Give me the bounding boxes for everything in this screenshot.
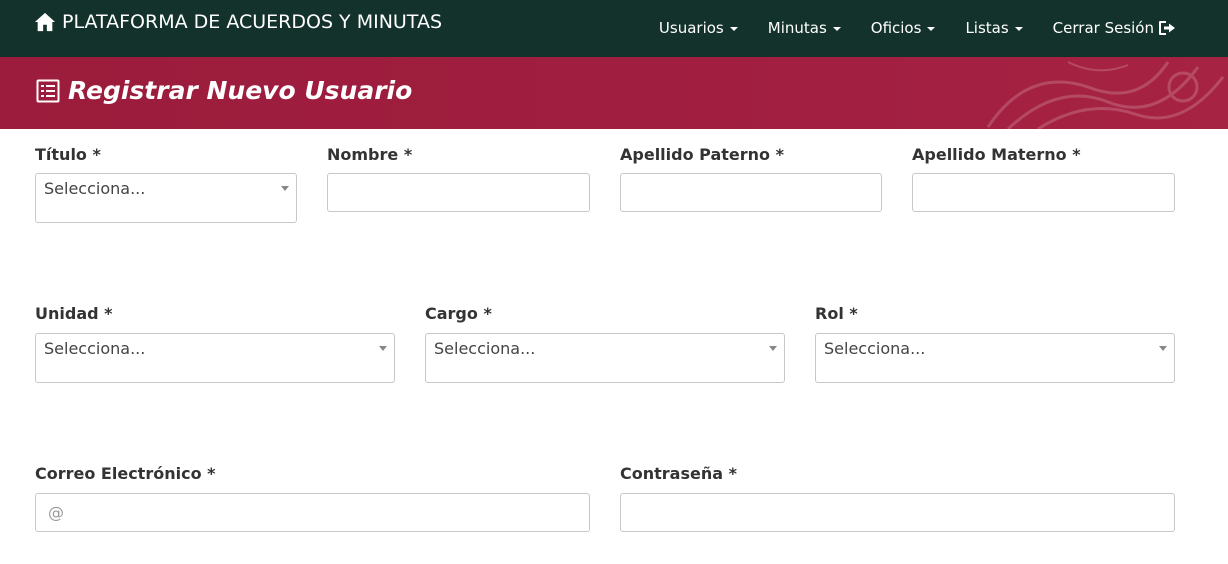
correo-field: Correo Electrónico * @ [35,464,590,532]
rol-label: Rol * [815,304,858,323]
correo-label: Correo Electrónico * [35,464,216,483]
rol-field: Rol * Selecciona... [815,304,1175,383]
nav-listas[interactable]: Listas [965,19,1023,37]
logout-label: Cerrar Sesión [1052,19,1154,37]
decorative-pattern [986,61,1225,129]
nombre-label: Nombre * [327,145,413,164]
brand[interactable]: PLATAFORMA DE ACUERDOS Y MINUTAS [34,11,442,33]
nombre-input[interactable] [327,173,590,212]
list-icon [36,79,60,102]
brand-title: PLATAFORMA DE ACUERDOS Y MINUTAS [62,11,442,33]
home-icon [34,12,56,32]
apellido-materno-field: Apellido Materno * [912,145,1175,212]
caret-down-icon [927,27,936,31]
caret-down-icon [832,27,841,31]
cargo-select[interactable]: Selecciona... [425,333,785,383]
contrasena-label: Contraseña * [620,464,737,483]
unidad-select[interactable]: Selecciona... [35,333,395,383]
page-title: Registrar Nuevo Usuario [36,76,412,105]
nav-oficios[interactable]: Oficios [871,19,936,37]
unidad-select-value: Selecciona... [44,339,146,358]
rol-select-value: Selecciona... [824,339,926,358]
contrasena-field: Contraseña * [620,464,1175,532]
caret-down-icon [729,27,738,31]
titulo-select[interactable]: Selecciona... [35,173,297,223]
apellido-paterno-field: Apellido Paterno * [620,145,882,212]
apellido-paterno-label: Apellido Paterno * [620,145,784,164]
correo-placeholder: @ [48,503,64,522]
titulo-field: Título * Selecciona... [35,145,297,223]
nombre-field: Nombre * [327,145,590,212]
apellido-paterno-input[interactable] [620,173,882,212]
apellido-materno-input[interactable] [912,173,1175,212]
nav-menu: Usuarios Minutas Oficios Listas Cerrar S… [629,19,1176,37]
dropdown-arrow-icon [1159,346,1167,351]
unidad-label: Unidad * [35,304,113,323]
contrasena-input[interactable] [620,493,1175,532]
nav-usuarios-label: Usuarios [658,19,724,37]
nav-minutas[interactable]: Minutas [768,19,841,37]
unidad-field: Unidad * Selecciona... [35,304,395,383]
apellido-materno-label: Apellido Materno * [912,145,1081,164]
logout-link[interactable]: Cerrar Sesión [1053,19,1176,37]
dropdown-arrow-icon [379,346,387,351]
top-navbar: PLATAFORMA DE ACUERDOS Y MINUTAS Usuario… [0,0,1228,57]
titulo-label: Título * [35,145,101,164]
page-title-text: Registrar Nuevo Usuario [68,76,413,105]
nav-usuarios[interactable]: Usuarios [659,19,738,37]
correo-input[interactable]: @ [35,493,590,532]
rol-select[interactable]: Selecciona... [815,333,1175,383]
caret-down-icon [1014,27,1023,31]
cargo-label: Cargo * [425,304,492,323]
titulo-select-value: Selecciona... [44,179,146,198]
dropdown-arrow-icon [769,346,777,351]
cargo-field: Cargo * Selecciona... [425,304,785,383]
dropdown-arrow-icon [281,186,289,191]
cargo-select-value: Selecciona... [434,339,536,358]
sign-out-icon [1159,21,1175,35]
page-header-banner: Registrar Nuevo Usuario [0,57,1228,129]
nav-minutas-label: Minutas [767,19,827,37]
nav-oficios-label: Oficios [870,19,922,37]
nav-listas-label: Listas [965,19,1009,37]
